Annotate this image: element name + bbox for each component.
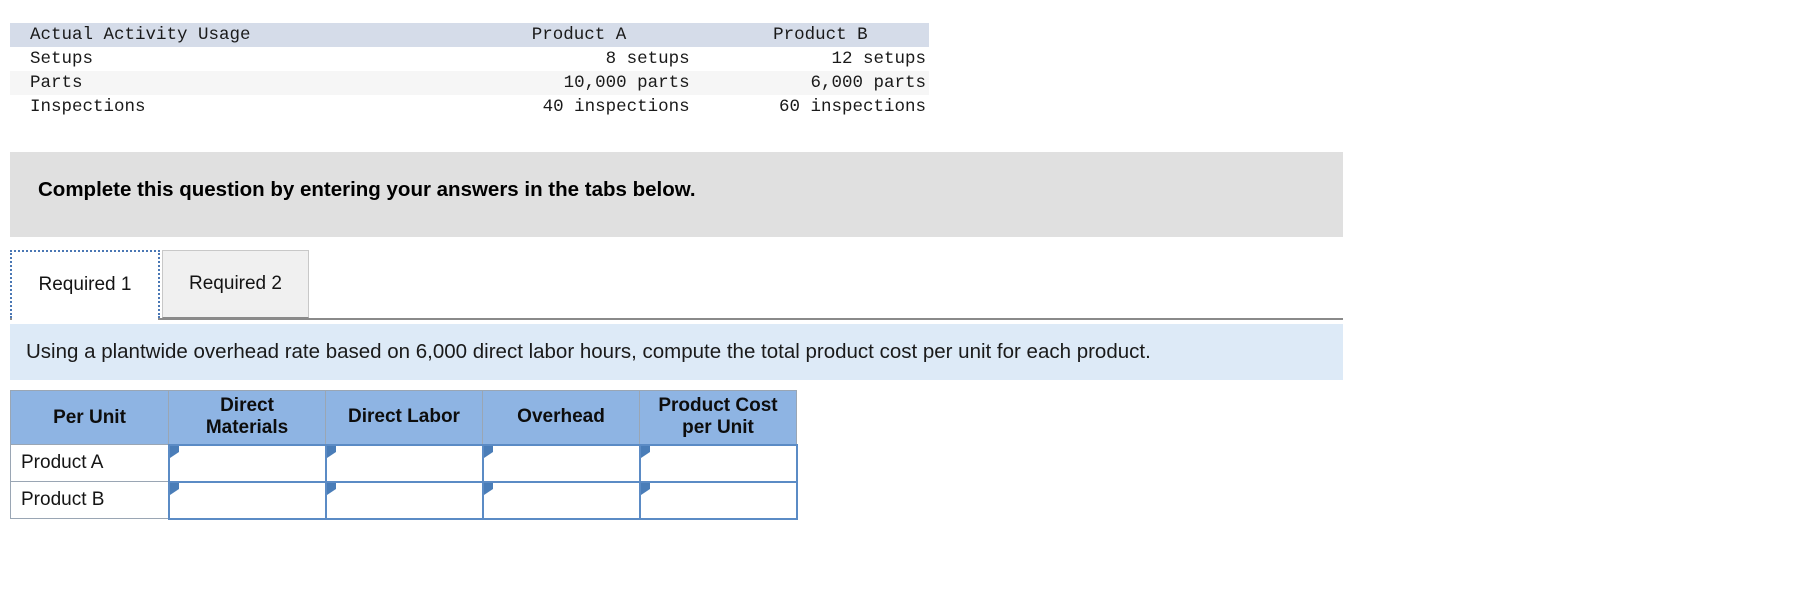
answer-header-direct-labor-line-1: Direct Labor bbox=[348, 406, 460, 428]
cell-marker-icon bbox=[326, 445, 336, 458]
answer-header-overhead: Overhead bbox=[482, 390, 640, 445]
answer-row-label-product-b: Product B bbox=[10, 481, 169, 519]
answer-header-product-cost-per-unit: Product Cost per Unit bbox=[639, 390, 797, 445]
usage-row-product-a: 10,000 parts bbox=[563, 73, 690, 93]
input-product-b-direct-labor[interactable] bbox=[324, 480, 484, 520]
cell-marker-icon bbox=[169, 482, 179, 495]
cell-marker-icon bbox=[640, 482, 650, 495]
usage-row-product-b: 6,000 parts bbox=[810, 73, 926, 93]
requirement-bar-text: Using a plantwide overhead rate based on… bbox=[26, 340, 1151, 363]
answer-header-direct-materials-line-2: Materials bbox=[205, 417, 289, 439]
usage-header-product-a: Product A bbox=[531, 25, 627, 45]
table-header-row: Actual Activity Usage Product A Product … bbox=[10, 23, 929, 47]
requirement-bar: Using a plantwide overhead rate based on… bbox=[10, 324, 1343, 380]
input-product-a-product-cost-per-unit[interactable] bbox=[638, 443, 798, 483]
cell-marker-icon bbox=[483, 482, 493, 495]
input-product-a-direct-labor[interactable] bbox=[324, 443, 484, 483]
table-row: Setups 8 setups 12 setups bbox=[10, 47, 929, 71]
cell-marker-icon bbox=[640, 445, 650, 458]
answer-header-overhead-line-1: Overhead bbox=[517, 406, 605, 428]
table-row: Product B bbox=[10, 480, 798, 520]
instruction-banner-text: Complete this question by entering your … bbox=[38, 178, 696, 201]
answer-header-direct-materials-line-1: Direct bbox=[220, 395, 274, 417]
tab-strip: Required 1 Required 2 bbox=[10, 250, 1343, 322]
usage-row-product-b: 12 setups bbox=[831, 49, 926, 69]
input-product-b-overhead[interactable] bbox=[481, 480, 641, 520]
actual-activity-usage-table: Actual Activity Usage Product A Product … bbox=[10, 23, 929, 119]
input-product-b-direct-materials[interactable] bbox=[167, 480, 327, 520]
table-row: Inspections 40 inspections 60 inspection… bbox=[10, 95, 929, 119]
answer-table-header-row: Per Unit Direct Materials Direct Labor O… bbox=[10, 390, 797, 445]
answer-header-direct-materials: Direct Materials bbox=[168, 390, 326, 445]
usage-header-label: Actual Activity Usage bbox=[30, 25, 251, 45]
usage-header-product-b: Product B bbox=[773, 25, 868, 45]
table-row: Product A bbox=[10, 443, 798, 483]
instruction-banner: Complete this question by entering your … bbox=[10, 152, 1343, 237]
tab-strip-divider bbox=[10, 318, 1343, 320]
answer-header-product-cost-per-unit-line-2: per Unit bbox=[682, 417, 754, 439]
answer-header-per-unit-line-1: Per Unit bbox=[53, 406, 126, 428]
cell-marker-icon bbox=[169, 445, 179, 458]
tab-required-2-label: Required 2 bbox=[189, 273, 282, 294]
usage-row-product-b: 60 inspections bbox=[778, 97, 926, 117]
usage-row-product-a: 8 setups bbox=[605, 49, 690, 69]
answer-row-label-product-a: Product A bbox=[10, 444, 169, 482]
cell-marker-icon bbox=[483, 445, 493, 458]
answer-header-direct-labor: Direct Labor bbox=[325, 390, 483, 445]
input-product-a-direct-materials[interactable] bbox=[167, 443, 327, 483]
usage-row-product-a: 40 inspections bbox=[542, 97, 690, 117]
input-product-b-product-cost-per-unit[interactable] bbox=[638, 480, 798, 520]
answer-header-per-unit: Per Unit bbox=[10, 390, 169, 445]
active-tab-underline-mask bbox=[12, 317, 158, 321]
usage-row-label: Setups bbox=[30, 49, 94, 69]
answer-header-product-cost-per-unit-line-1: Product Cost bbox=[658, 395, 778, 417]
tab-required-2[interactable]: Required 2 bbox=[162, 250, 309, 318]
tab-required-1-label: Required 1 bbox=[38, 274, 132, 295]
table-row: Parts 10,000 parts 6,000 parts bbox=[10, 71, 929, 95]
cell-marker-icon bbox=[326, 482, 336, 495]
usage-row-label: Inspections bbox=[30, 97, 146, 117]
answer-table: Per Unit Direct Materials Direct Labor O… bbox=[10, 390, 798, 520]
tab-required-1[interactable]: Required 1 bbox=[10, 250, 160, 318]
input-product-a-overhead[interactable] bbox=[481, 443, 641, 483]
usage-row-label: Parts bbox=[30, 73, 83, 93]
